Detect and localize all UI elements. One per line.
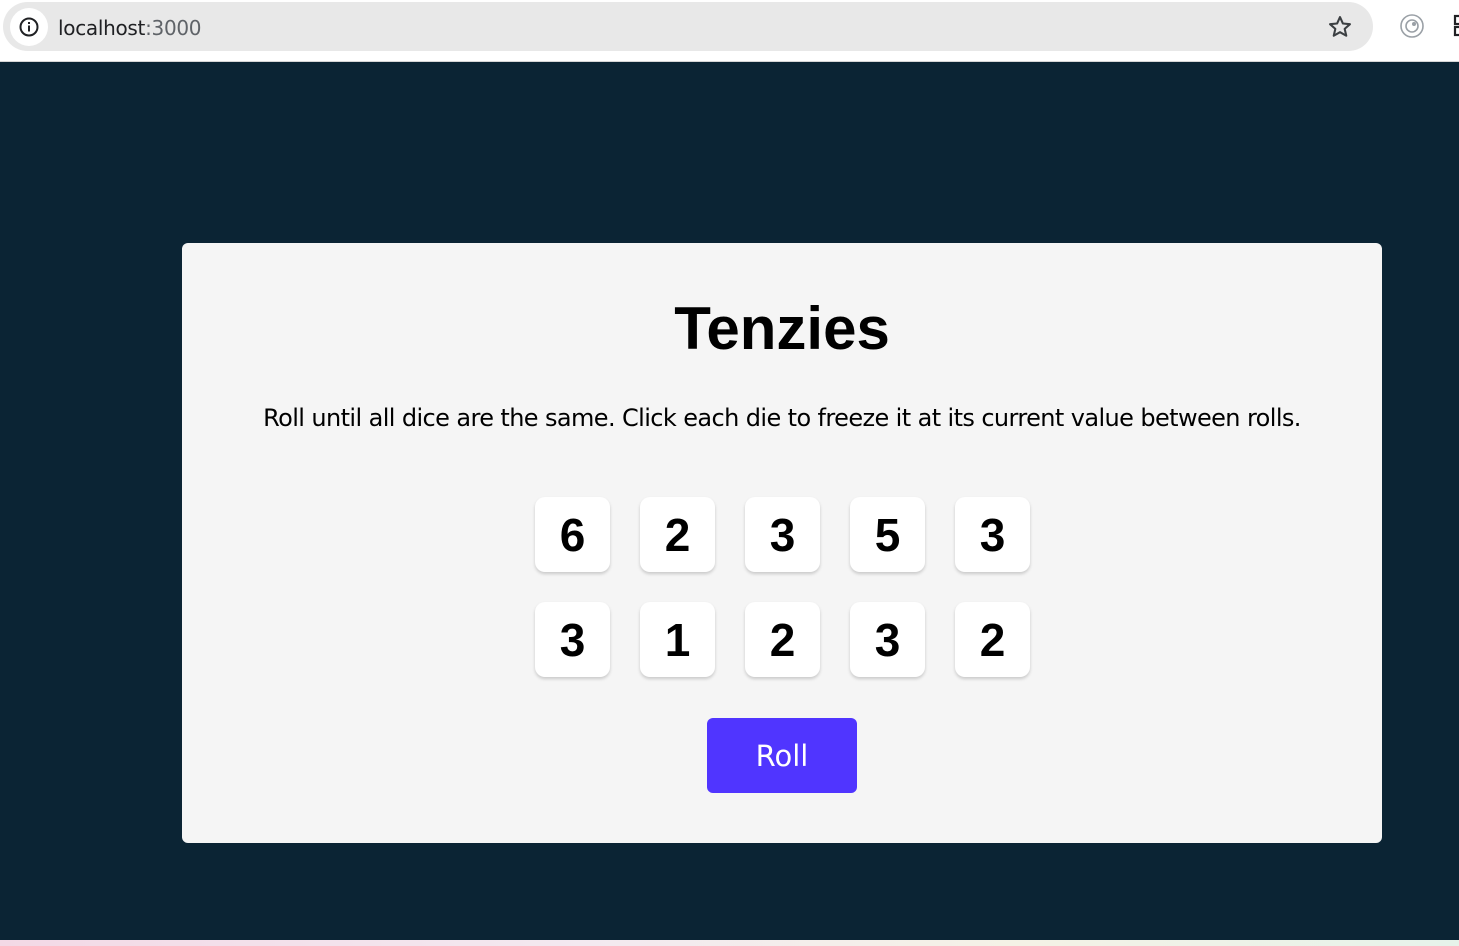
extension-icon[interactable]	[1397, 11, 1427, 41]
die[interactable]: 1	[640, 602, 715, 677]
die[interactable]: 5	[850, 497, 925, 572]
die[interactable]: 3	[850, 602, 925, 677]
die[interactable]: 2	[955, 602, 1030, 677]
bottom-edge-strip	[0, 940, 1459, 946]
game-instructions: Roll until all dice are the same. Click …	[263, 404, 1301, 432]
game-title: Tenzies	[674, 295, 890, 362]
die[interactable]: 6	[535, 497, 610, 572]
site-info-icon[interactable]	[10, 8, 48, 46]
puzzle-icon[interactable]	[1448, 13, 1459, 39]
die[interactable]: 2	[640, 497, 715, 572]
die[interactable]: 2	[745, 602, 820, 677]
bookmark-star-icon[interactable]	[1325, 12, 1355, 42]
die[interactable]: 3	[535, 602, 610, 677]
die[interactable]: 3	[955, 497, 1030, 572]
address-bar[interactable]: localhost:3000	[3, 2, 1373, 51]
url-host: localhost	[58, 16, 146, 40]
die[interactable]: 3	[745, 497, 820, 572]
browser-toolbar: localhost:3000	[0, 0, 1459, 62]
url-text[interactable]: localhost:3000	[58, 16, 202, 40]
dice-container: 6 2 3 5 3 3 1 2 3 2	[535, 497, 1030, 677]
roll-button[interactable]: Roll	[707, 718, 857, 793]
url-port: :3000	[145, 16, 202, 40]
